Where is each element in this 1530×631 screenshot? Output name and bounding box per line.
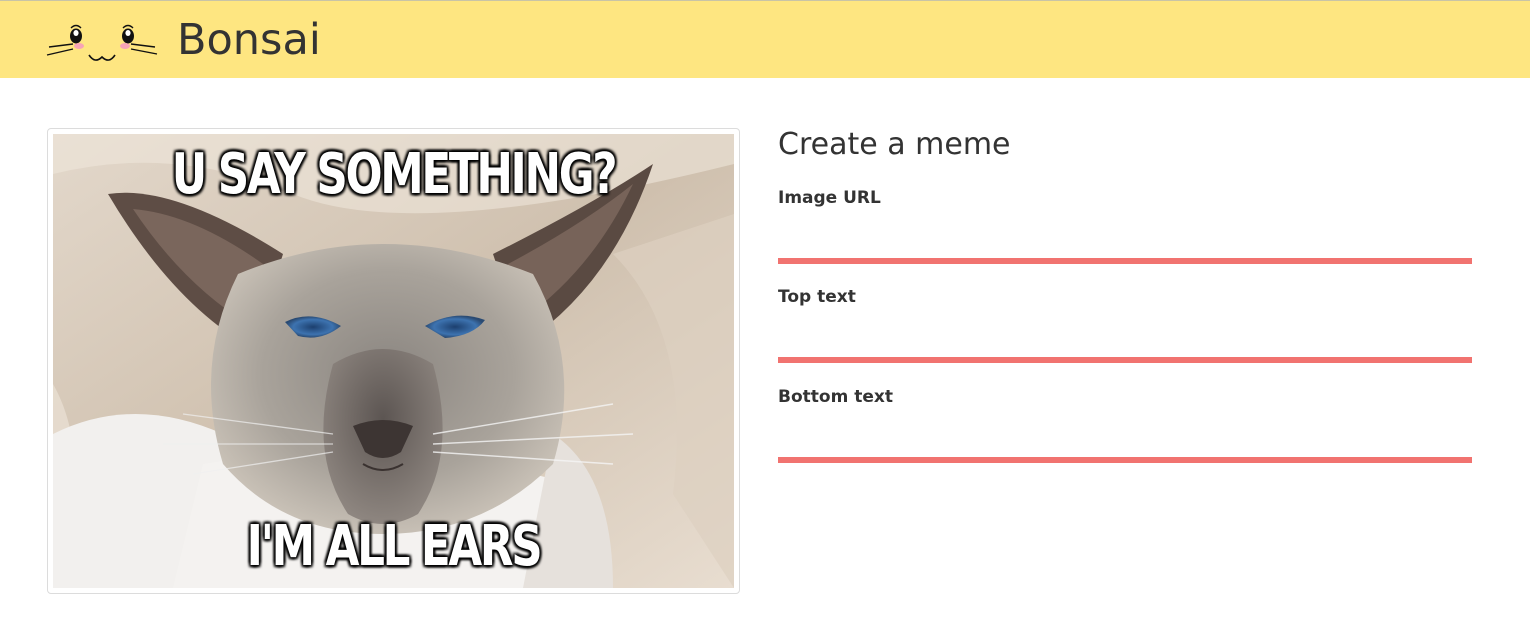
- top-bar: Bonsai: [0, 0, 1530, 78]
- top-text-field: Top text: [778, 267, 1472, 367]
- image-url-label: Image URL: [778, 188, 881, 208]
- meme-preview-card: U SAY SOMETHING? I'M ALL EARS: [47, 128, 740, 594]
- meme-bottom-text: I'M ALL EARS: [246, 514, 543, 579]
- meme-form: Create a meme Image URL Top text Bottom …: [778, 122, 1472, 463]
- image-url-field: Image URL: [778, 168, 1472, 268]
- meme-image: U SAY SOMETHING? I'M ALL EARS: [53, 134, 734, 588]
- cat-face-icon[interactable]: [46, 19, 158, 69]
- top-text-label: Top text: [778, 287, 856, 307]
- top-text-input[interactable]: [778, 317, 1472, 363]
- bottom-text-label: Bottom text: [778, 387, 893, 407]
- bottom-text-field: Bottom text: [778, 367, 1472, 467]
- image-url-input[interactable]: [778, 218, 1472, 264]
- brand-title[interactable]: Bonsai: [177, 13, 321, 67]
- meme-top-text: U SAY SOMETHING?: [171, 142, 618, 207]
- bottom-text-input[interactable]: [778, 417, 1472, 463]
- form-title: Create a meme: [778, 127, 1011, 162]
